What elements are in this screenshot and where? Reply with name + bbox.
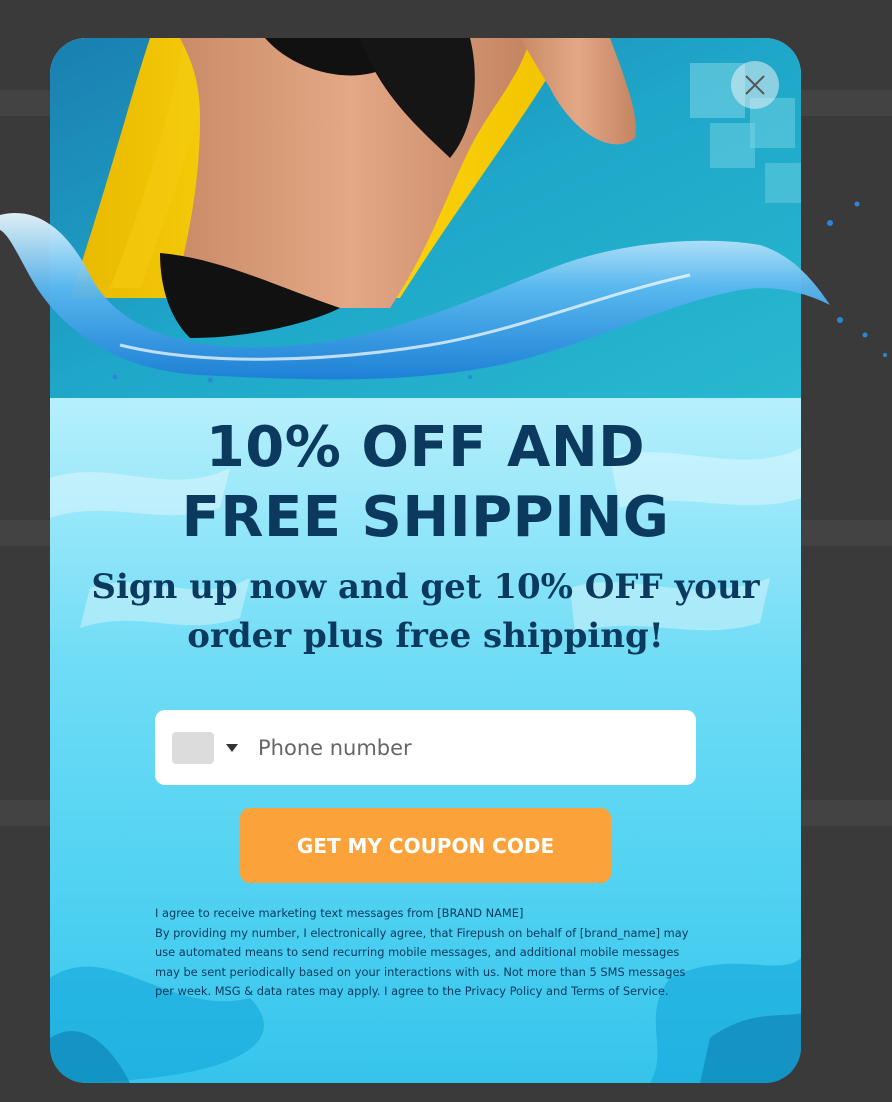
caret-down-icon[interactable] xyxy=(226,743,238,752)
get-coupon-button[interactable]: GET MY COUPON CODE xyxy=(240,808,611,883)
terms-of-service-link[interactable]: Terms of Service xyxy=(571,984,665,998)
headline-line-2: FREE SHIPPING xyxy=(181,485,670,550)
legal-line-2: By providing my number, I electronically… xyxy=(155,925,689,999)
headline: 10% OFF AND FREE SHIPPING xyxy=(50,413,801,553)
phone-field[interactable] xyxy=(155,710,696,785)
signup-popup: 10% OFF AND FREE SHIPPING Sign up now an… xyxy=(50,38,801,1083)
legal-disclaimer: I agree to receive marketing text messag… xyxy=(155,904,700,1002)
privacy-policy-link[interactable]: Privacy Policy xyxy=(465,984,543,998)
close-icon xyxy=(745,75,765,95)
subheadline: Sign up now and get 10% OFF your order p… xyxy=(91,567,760,656)
hero-image xyxy=(50,38,801,398)
flag-placeholder-icon[interactable] xyxy=(172,731,214,764)
phone-input[interactable] xyxy=(256,734,660,761)
headline-line-1: 10% OFF AND xyxy=(205,415,646,480)
legal-line-1: I agree to receive marketing text messag… xyxy=(155,906,524,920)
close-button[interactable] xyxy=(731,61,779,109)
